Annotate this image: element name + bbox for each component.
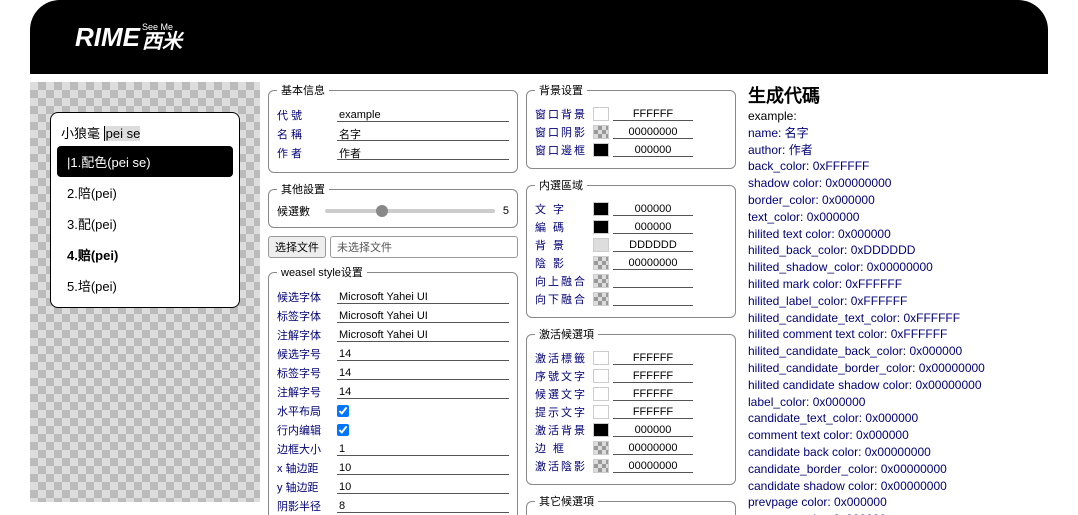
author-input[interactable] xyxy=(337,147,509,160)
choose-file-button[interactable]: 选择文件 xyxy=(268,236,326,258)
color-input[interactable] xyxy=(613,370,693,383)
style-input[interactable] xyxy=(337,291,509,304)
color-input[interactable] xyxy=(613,293,693,306)
code-output: 生成代碼 example: name: 名字 author: 作者 back_c… xyxy=(744,74,1048,515)
color-swatch[interactable] xyxy=(593,202,609,216)
color-input[interactable] xyxy=(613,144,693,157)
logo-sub: See Me 西米 xyxy=(142,23,182,52)
style-input[interactable] xyxy=(337,481,509,494)
style-checkbox[interactable] xyxy=(337,405,349,417)
color-input[interactable] xyxy=(613,352,693,365)
otherc-settings: 其它候選項 序號文字候選文字提示文字 xyxy=(526,493,736,515)
candidate-item[interactable]: 2.陪(pei) xyxy=(57,177,233,208)
color-input[interactable] xyxy=(613,257,693,270)
color-swatch[interactable] xyxy=(593,405,609,419)
style-checkbox[interactable] xyxy=(337,424,349,436)
style-input[interactable] xyxy=(337,462,509,475)
color-swatch[interactable] xyxy=(593,441,609,455)
color-swatch[interactable] xyxy=(593,387,609,401)
color-input[interactable] xyxy=(613,424,693,437)
color-input[interactable] xyxy=(613,460,693,473)
color-input[interactable] xyxy=(613,406,693,419)
color-swatch[interactable] xyxy=(593,143,609,157)
color-swatch[interactable] xyxy=(593,292,609,306)
header: RIME See Me 西米 xyxy=(30,0,1048,74)
color-input[interactable] xyxy=(613,239,693,252)
style-input[interactable] xyxy=(337,310,509,323)
color-swatch[interactable] xyxy=(593,369,609,383)
color-swatch[interactable] xyxy=(593,274,609,288)
color-swatch[interactable] xyxy=(593,220,609,234)
candidate-item[interactable]: 4.赔(pei) xyxy=(57,239,233,270)
name-input[interactable] xyxy=(337,128,509,141)
logo-rime: RIME xyxy=(75,22,140,53)
candidate-item[interactable]: 3.配(pei) xyxy=(57,208,233,239)
color-swatch[interactable] xyxy=(593,423,609,437)
basic-info: 基本信息 代 號 名 稱 作 者 xyxy=(268,82,518,173)
color-input[interactable] xyxy=(613,388,693,401)
inner-settings: 内選區域 文 字編 碼背 景陰 影向上融合向下融合 xyxy=(526,177,736,318)
style-input[interactable] xyxy=(337,348,509,361)
color-input[interactable] xyxy=(613,203,693,216)
color-swatch[interactable] xyxy=(593,125,609,139)
color-swatch[interactable] xyxy=(593,351,609,365)
color-swatch[interactable] xyxy=(593,459,609,473)
cand-slider[interactable] xyxy=(325,209,495,213)
style-input[interactable] xyxy=(337,500,509,513)
other-settings: 其他設置 候選數 5 xyxy=(268,181,518,228)
color-swatch[interactable] xyxy=(593,107,609,121)
candidate-item[interactable]: 5.培(pei) xyxy=(57,270,233,301)
weasel-style: weasel style设置 候选字体标签字体注解字体候选字号标签字号注解字号水… xyxy=(268,264,518,515)
code-input[interactable] xyxy=(337,109,509,122)
style-input[interactable] xyxy=(337,367,509,380)
candidate-box: 小狼毫 pei se |1.配色(pei se)2.陪(pei)3.配(pei)… xyxy=(50,112,240,308)
color-swatch[interactable] xyxy=(593,256,609,270)
file-name: 未选择文件 xyxy=(330,236,518,258)
color-input[interactable] xyxy=(613,126,693,139)
style-input[interactable] xyxy=(337,329,509,342)
active-settings: 激活候選項 激活標籤序號文字候選文字提示文字激活背景边 框激活陰影 xyxy=(526,326,736,485)
candidate-item[interactable]: |1.配色(pei se) xyxy=(57,146,233,177)
bg-settings: 背景设置 窗口背景窗口阴影窗口邊框 xyxy=(526,82,736,169)
style-input[interactable] xyxy=(337,386,509,399)
preview-area: 小狼毫 pei se |1.配色(pei se)2.陪(pei)3.配(pei)… xyxy=(30,82,260,502)
color-input[interactable] xyxy=(613,108,693,121)
preedit: 小狼毫 pei se xyxy=(57,119,233,146)
color-swatch[interactable] xyxy=(593,238,609,252)
color-input[interactable] xyxy=(613,275,693,288)
color-input[interactable] xyxy=(613,221,693,234)
color-input[interactable] xyxy=(613,442,693,455)
style-input[interactable] xyxy=(337,443,509,456)
